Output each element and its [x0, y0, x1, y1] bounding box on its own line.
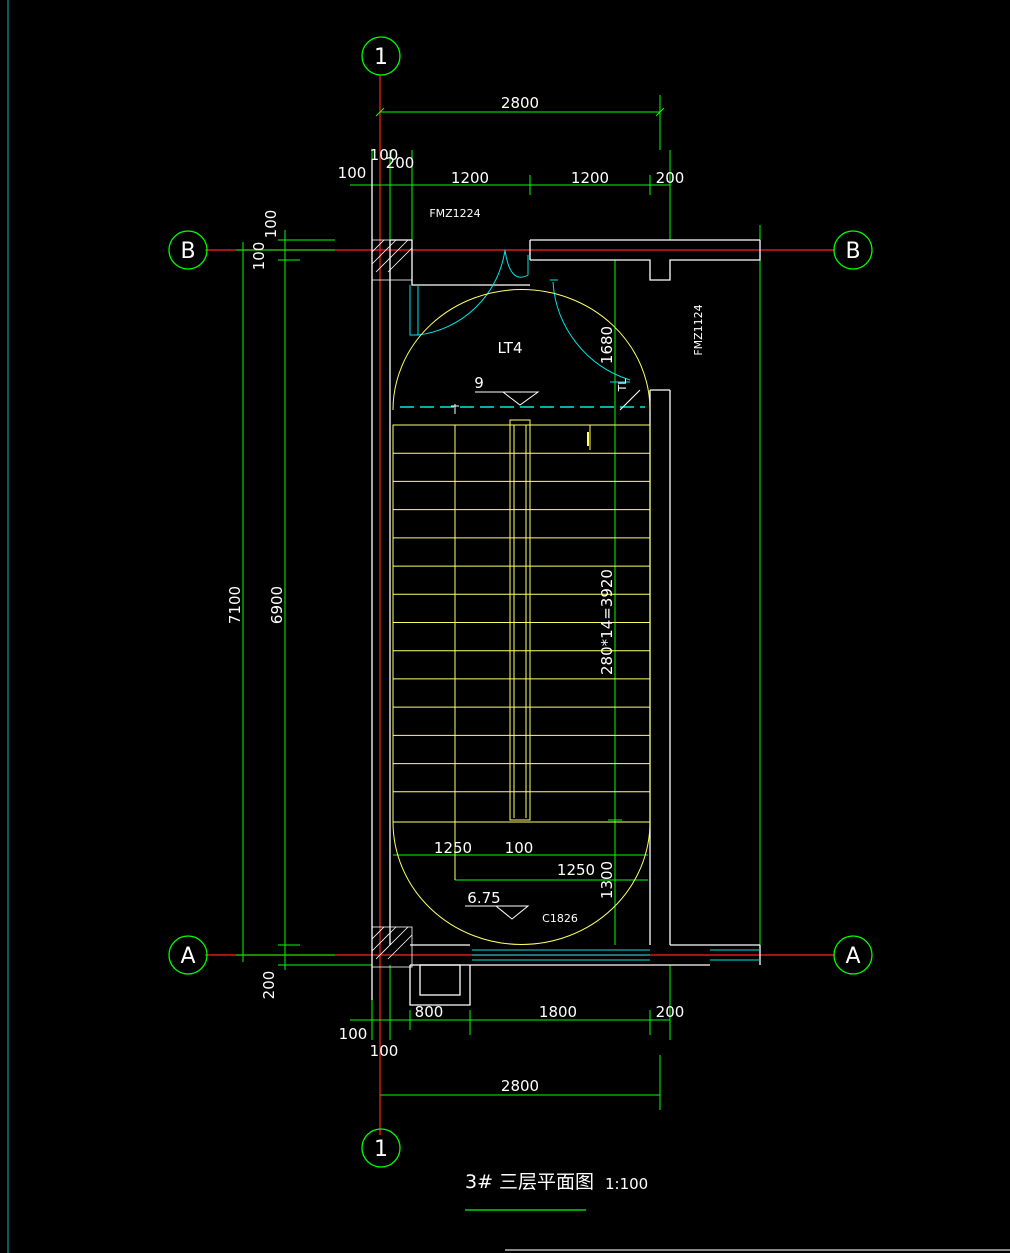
- level-upper: 9: [474, 374, 484, 392]
- up-mark-label: TL: [616, 378, 629, 393]
- dim-top-100: 100: [338, 164, 367, 182]
- dim-top-seg2: 1200: [571, 169, 609, 187]
- dim-top-seg1: 1200: [451, 169, 489, 187]
- dim-left-overall: 7100: [226, 586, 244, 624]
- dim-left-top-100b: 100: [250, 242, 268, 271]
- dim-left-top-100a: 100: [262, 210, 280, 239]
- dim-left-inner: 6900: [268, 586, 286, 624]
- dimension-lines: [236, 95, 761, 1110]
- dim-lower-landing: 1300: [598, 861, 616, 899]
- grid-bubble-1-top: 1: [361, 36, 401, 76]
- dim-landing-right: 1250: [557, 861, 595, 879]
- svg-text:A: A: [180, 944, 195, 969]
- axis-lines: [205, 75, 835, 1135]
- dim-top-200: 200: [386, 154, 415, 172]
- dim-bottom-100b: 100: [370, 1042, 399, 1060]
- svg-text:1: 1: [374, 45, 388, 70]
- dim-top-overall: 2800: [501, 94, 539, 112]
- dim-bottom-overall: 2800: [501, 1077, 539, 1095]
- stair-label: LT4: [498, 339, 523, 357]
- grid-bubble-b-right: B: [833, 230, 873, 270]
- grid-bubble-a-right: A: [833, 935, 873, 975]
- svg-text:B: B: [180, 239, 195, 264]
- drawing-title: 3# 三层平面图: [465, 1171, 594, 1193]
- door-label-top: FMZ1224: [429, 207, 480, 220]
- floor-plan-canvas: 1 1 B B A A 2800 100 200 100 1200 1200 2…: [7, 0, 1010, 1253]
- elevation-marker-lower: [465, 905, 530, 920]
- dim-landing-gap: 100: [505, 839, 534, 857]
- svg-text:B: B: [845, 239, 860, 264]
- column-hatch: [371, 239, 413, 968]
- dim-flight: 280*14=3920: [598, 569, 616, 675]
- window-label: C1826: [542, 912, 578, 925]
- svg-text:A: A: [845, 944, 860, 969]
- dim-bottom-seg2: 1800: [539, 1003, 577, 1021]
- dim-bottom-right: 200: [656, 1003, 685, 1021]
- drawing-scale: 1:100: [605, 1175, 648, 1193]
- up-arrow: [451, 404, 459, 414]
- dim-upper-landing: 1680: [598, 326, 616, 364]
- dim-top-right: 200: [656, 169, 685, 187]
- grid-bubble-1-bottom: 1: [361, 1128, 401, 1168]
- door-label-right: FMZ1124: [692, 304, 705, 355]
- grid-bubble-a-left: A: [168, 935, 208, 975]
- dim-bottom-100: 100: [339, 1025, 368, 1043]
- dim-bottom-seg1: 800: [415, 1003, 444, 1021]
- dim-landing-left: 1250: [434, 839, 472, 857]
- svg-text:1: 1: [374, 1137, 388, 1162]
- dim-left-bottom-200: 200: [260, 971, 278, 1000]
- level-lower: 6.75: [467, 889, 500, 907]
- grid-bubble-b-left: B: [168, 230, 208, 270]
- elevation-marker-upper: [475, 391, 540, 406]
